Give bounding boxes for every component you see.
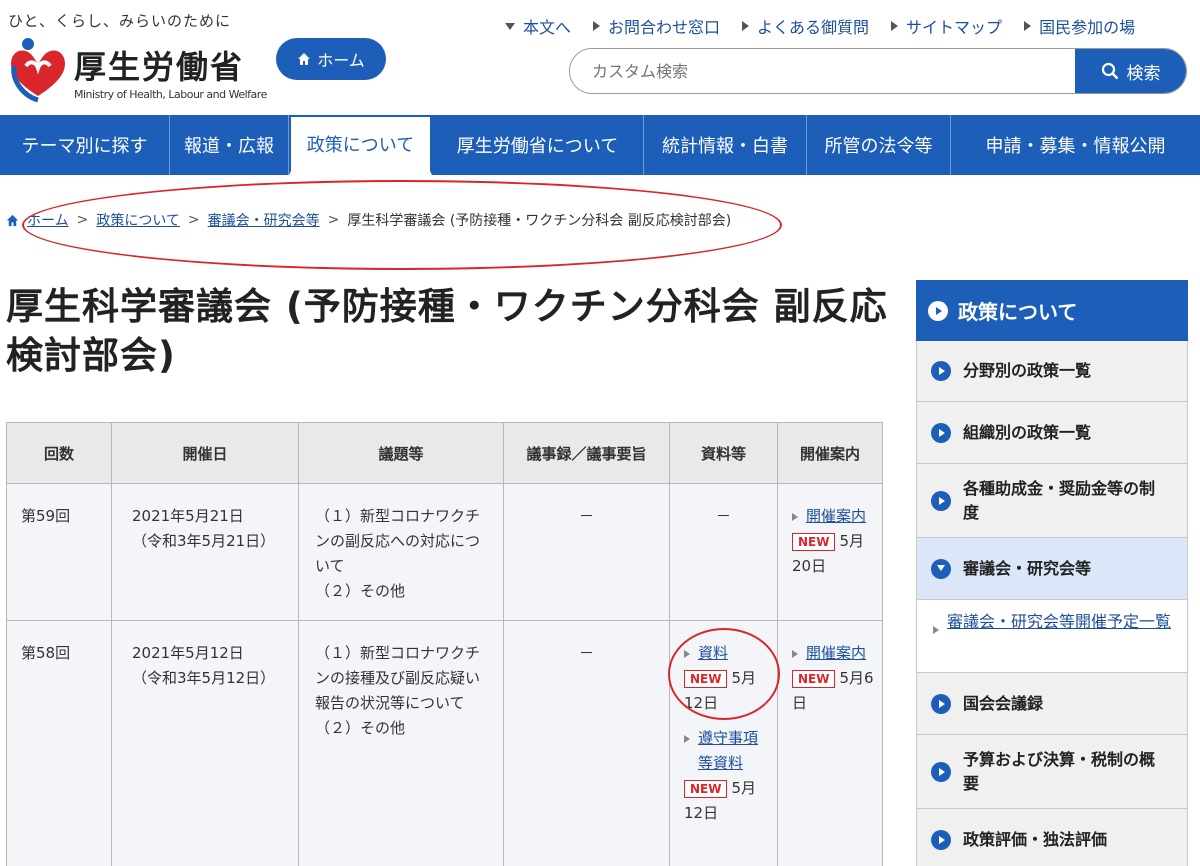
utility-nav: 本文へ お問合わせ窓口 よくある御質問 サイトマップ 国民参加の場: [505, 14, 1190, 38]
triangle-right-icon: [891, 21, 899, 31]
cell-date: 2021年5月12日 （令和3年5月12日）: [111, 620, 299, 866]
col-header-notice: 開催案内: [777, 422, 883, 484]
cell-minutes: －: [503, 620, 670, 866]
circle-arrow-icon: [931, 490, 951, 511]
notice-link-item: 開催案内: [792, 641, 874, 666]
sidebar-title[interactable]: 政策について: [916, 280, 1188, 341]
utility-link-faq[interactable]: よくある御質問: [742, 14, 869, 38]
triangle-right-icon: [684, 650, 690, 658]
home-button[interactable]: ホーム: [276, 38, 386, 80]
notice-link[interactable]: 開催案内: [806, 641, 866, 666]
circle-arrow-icon: [931, 761, 951, 782]
materials-link-item: 資料: [684, 641, 769, 666]
site-header: ひと、くらし、みらいのために 厚生労働省 Ministry of Health,…: [0, 0, 1200, 115]
materials-link[interactable]: 資料: [698, 641, 728, 666]
sidebar-item-subsidies[interactable]: 各種助成金・奨励金等の制度: [916, 464, 1188, 538]
new-badge: NEW: [792, 670, 836, 688]
new-badge: NEW: [792, 533, 836, 551]
triangle-right-icon: [684, 735, 690, 743]
sidebar-item-councils[interactable]: 審議会・研究会等: [916, 538, 1188, 600]
home-icon: [6, 214, 19, 226]
cell-date: 2021年5月21日 （令和3年5月21日）: [111, 483, 299, 621]
breadcrumb-current: 厚生科学審議会 (予防接種・ワクチン分科会 副反応検討部会): [347, 213, 732, 229]
utility-link-sitemap[interactable]: サイトマップ: [891, 14, 1002, 38]
sidebar-subitem-schedule[interactable]: 審議会・研究会等開催予定一覧: [916, 600, 1188, 673]
cell-number: 第58回: [6, 620, 112, 866]
nav-item-policy[interactable]: 政策について: [289, 115, 432, 175]
new-badge: NEW: [684, 780, 728, 798]
triangle-right-icon: [593, 21, 601, 31]
utility-link-main-content[interactable]: 本文へ: [505, 14, 571, 38]
page-title: 厚生科学審議会 (予防接種・ワクチン分科会 副反応検討部会): [6, 285, 888, 377]
triangle-right-icon: [792, 650, 798, 658]
notice-link-item: 開催案内: [792, 504, 874, 529]
breadcrumb-separator: >: [327, 212, 340, 228]
sidebar-item-budget[interactable]: 予算および決算・税制の概要: [916, 735, 1188, 809]
sidebar-item-policy-by-field[interactable]: 分野別の政策一覧: [916, 341, 1188, 402]
sidebar-item-diet-records[interactable]: 国会会議録: [916, 673, 1188, 735]
col-header-number: 回数: [6, 422, 112, 484]
search-input[interactable]: [570, 49, 1075, 93]
search-bar: 検索: [569, 48, 1187, 94]
meetings-table: 回数 開催日 議題等 議事録／議事要旨 資料等 開催案内 第59回 2021年5…: [6, 422, 883, 866]
cell-topics: （１）新型コロナワクチンの接種及び副反応疑い報告の状況等について （２）その他: [298, 620, 504, 866]
sidebar-item-policy-by-org[interactable]: 組織別の政策一覧: [916, 402, 1188, 464]
sidebar: 政策について 分野別の政策一覧 組織別の政策一覧 各種助成金・奨励金等の制度 審…: [916, 280, 1188, 866]
breadcrumb-home[interactable]: ホーム: [27, 210, 69, 230]
triangle-right-icon: [742, 21, 750, 31]
col-header-minutes: 議事録／議事要旨: [503, 422, 670, 484]
home-icon: [298, 53, 311, 65]
breadcrumb-policy[interactable]: 政策について: [96, 210, 180, 230]
circle-arrow-icon: [931, 361, 951, 381]
nav-item-theme[interactable]: テーマ別に探す: [0, 115, 170, 175]
org-name-en: Ministry of Health, Labour and Welfare: [74, 88, 267, 101]
col-header-date: 開催日: [111, 422, 299, 484]
table-row: 第59回 2021年5月21日 （令和3年5月21日） （１）新型コロナワクチン…: [6, 483, 883, 621]
new-badge: NEW: [684, 670, 728, 688]
breadcrumb: ホーム > 政策について > 審議会・研究会等 > 厚生科学審議会 (予防接種・…: [6, 210, 731, 230]
nav-item-laws[interactable]: 所管の法令等: [807, 115, 951, 175]
nav-item-statistics[interactable]: 統計情報・白書: [644, 115, 807, 175]
utility-link-contact[interactable]: お問合わせ窓口: [593, 14, 720, 38]
table-row: 第58回 2021年5月12日 （令和3年5月12日） （１）新型コロナワクチン…: [6, 620, 883, 866]
global-nav: テーマ別に探す 報道・広報 政策について 厚生労働省について 統計情報・白書 所…: [0, 115, 1200, 175]
notice-link[interactable]: 開催案内: [806, 504, 866, 529]
org-name: 厚生労働省: [74, 48, 245, 86]
breadcrumb-councils[interactable]: 審議会・研究会等: [208, 210, 320, 230]
col-header-topics: 議題等: [298, 422, 504, 484]
search-button[interactable]: 検索: [1075, 49, 1186, 93]
breadcrumb-separator: >: [76, 212, 89, 228]
cell-minutes: －: [503, 483, 670, 621]
tagline: ひと、くらし、みらいのために: [8, 12, 231, 30]
nav-item-applications[interactable]: 申請・募集・情報公開: [951, 115, 1200, 175]
search-button-label: 検索: [1126, 63, 1161, 84]
table-header-row: 回数 開催日 議題等 議事録／議事要旨 資料等 開催案内: [6, 422, 883, 484]
circle-arrow-icon: [931, 829, 951, 850]
cell-notice: 開催案内 NEW 5月6日: [777, 620, 883, 866]
nav-item-about[interactable]: 厚生労働省について: [432, 115, 644, 175]
nav-item-press[interactable]: 報道・広報: [170, 115, 289, 175]
circle-arrow-down-icon: [931, 558, 951, 579]
circle-arrow-icon: [928, 300, 948, 321]
cell-materials: 資料 NEW 5月12日 遵守事項等資料 NEW 5月12日: [669, 620, 778, 866]
circle-arrow-icon: [931, 693, 951, 714]
cell-number: 第59回: [6, 483, 112, 621]
mhlw-logo-icon[interactable]: [6, 36, 70, 104]
utility-link-participation[interactable]: 国民参加の場: [1024, 14, 1135, 38]
sidebar-item-evaluation[interactable]: 政策評価・独法評価: [916, 809, 1188, 866]
circle-arrow-icon: [931, 422, 951, 443]
col-header-materials: 資料等: [669, 422, 778, 484]
search-icon: [1101, 62, 1118, 80]
compliance-materials-link[interactable]: 遵守事項等資料: [698, 726, 769, 776]
breadcrumb-separator: >: [187, 212, 200, 228]
triangle-right-icon: [792, 513, 798, 521]
triangle-down-icon: [505, 22, 515, 30]
materials-link-item: 遵守事項等資料: [684, 726, 769, 776]
cell-topics: （１）新型コロナワクチンの副反応への対応について （２）その他: [298, 483, 504, 621]
triangle-right-icon: [933, 626, 939, 634]
cell-notice: 開催案内 NEW 5月20日: [777, 483, 883, 621]
triangle-right-icon: [1024, 21, 1032, 31]
cell-materials: －: [669, 483, 778, 621]
home-button-label: ホーム: [317, 51, 365, 70]
